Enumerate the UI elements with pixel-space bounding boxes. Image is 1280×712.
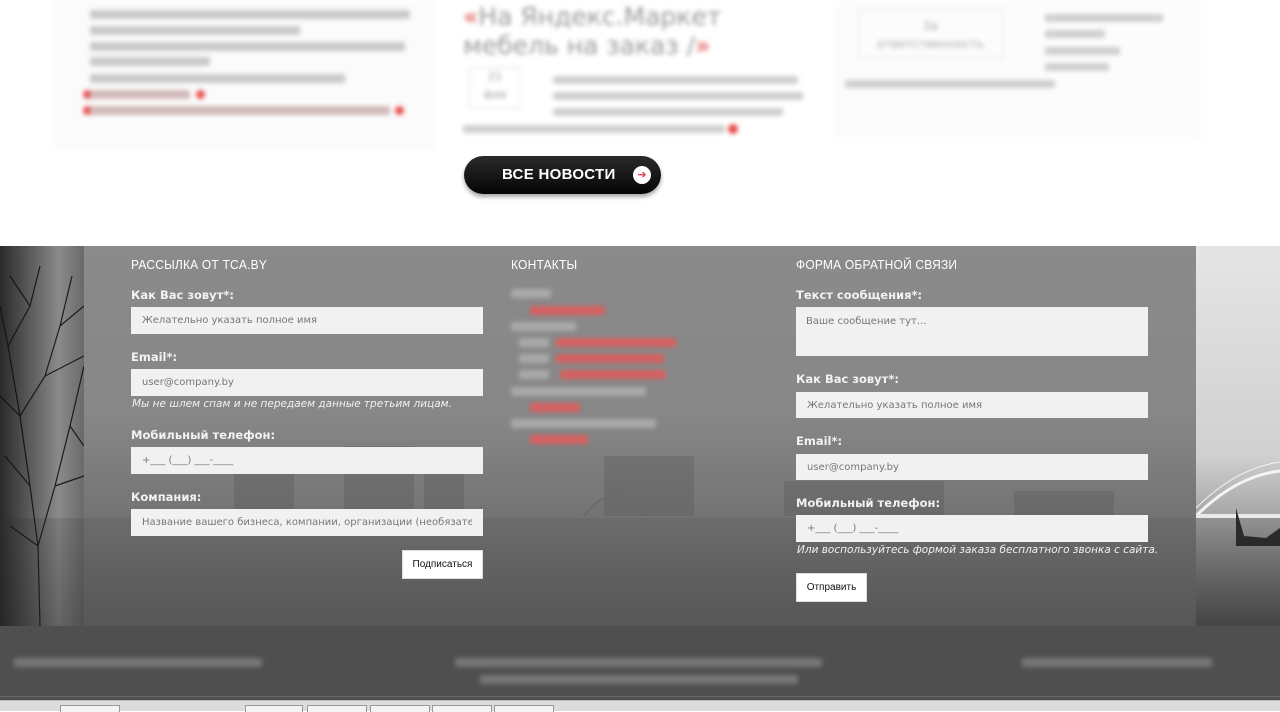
feedback-name-input[interactable] [796,392,1148,418]
subscribe-company-label: Компания: [131,490,202,504]
feedback-message-input[interactable] [796,307,1148,356]
news-link-line[interactable] [90,106,390,115]
news-date: 21 фев [469,67,521,109]
feedback-heading: ФОРМА ОБРАТНОЙ СВЯЗИ [796,257,958,273]
subscribe-email-input[interactable] [131,369,483,396]
news-text-line [1045,47,1120,55]
subscribe-name-label: Как Вас зовут*: [131,288,234,302]
copyright-text [14,658,262,667]
feedback-phone-label: Мобильный телефон: [796,496,941,510]
subscribe-name-input[interactable] [131,307,483,334]
news-image: За ответственность [858,10,1003,58]
taskbar-item[interactable] [432,705,492,712]
all-news-button[interactable]: ВСЕ НОВОСТИ ➜ [464,156,661,194]
send-button[interactable]: Отправить [796,573,867,602]
news-text-line [90,10,410,19]
news-text-line [463,125,725,133]
bullet-icon [196,90,205,99]
arrow-right-icon: ➜ [633,166,651,184]
taskbar-item[interactable] [307,705,367,712]
footer-bottom-bar [0,626,1280,700]
contact-phone-link[interactable] [556,338,676,347]
news-date-day: 21 [488,70,502,83]
spam-note: Мы не шлем спам и не передаем данные тре… [132,398,452,410]
news-text-line [90,42,405,51]
bullet-icon [395,106,404,115]
news-text-line [90,57,210,66]
feedback-email-label: Email*: [796,434,843,448]
subscribe-email-label: Email*: [131,350,178,364]
news-link-line[interactable] [90,90,190,99]
feedback-phone-input[interactable] [796,515,1148,542]
taskbar-item[interactable] [245,705,303,712]
news-text-line [845,80,1055,88]
news-date-month: фев [483,88,507,101]
all-news-label: ВСЕ НОВОСТИ [502,166,616,183]
footer-info-text [480,675,798,684]
feedback-name-label: Как Вас зовут*: [796,372,899,386]
footer-info-text [455,658,822,667]
call-note: Или воспользуйтесь формой заказа бесплат… [797,544,1159,556]
taskbar-item[interactable] [370,705,430,712]
news-item-left [55,0,435,150]
subscribe-phone-input[interactable] [131,447,483,474]
contact-link[interactable] [530,403,580,412]
news-text-line [90,26,300,35]
news-text-line [553,76,798,84]
news-text-line [1045,14,1163,22]
subscribe-heading: РАССЫЛКА ОТ TCA.BY [131,257,268,273]
subscribe-company-input[interactable] [131,509,483,536]
taskbar [0,700,1280,712]
more-icon[interactable] [728,124,738,134]
feedback-message-label: Текст сообщения*: [796,288,923,302]
divider [0,696,1280,697]
news-text-line [90,74,345,83]
subscribe-phone-label: Мобильный телефон: [131,428,276,442]
contact-email-link[interactable] [530,306,605,315]
news-item-right: За ответственность [833,0,1203,140]
taskbar-item[interactable] [494,705,554,712]
contacts-heading: КОНТАКТЫ [511,257,578,273]
contact-phone-link[interactable] [560,370,666,379]
feedback-email-input[interactable] [796,454,1148,480]
subscribe-button[interactable]: Подписаться [402,550,483,579]
news-text-line [553,108,783,116]
contact-phone-link[interactable] [556,354,664,363]
news-item-middle: «На Яндекс.Маркет мебель на заказ /» 21 … [463,0,808,140]
footer-credits-text[interactable] [1022,658,1212,667]
contact-link[interactable] [530,435,588,444]
news-text-line [1045,30,1105,38]
news-text-line [1045,63,1109,71]
news-text-line [553,92,803,100]
news-title[interactable]: «На Яндекс.Маркет мебель на заказ /» [463,2,808,60]
taskbar-item[interactable] [60,705,120,712]
